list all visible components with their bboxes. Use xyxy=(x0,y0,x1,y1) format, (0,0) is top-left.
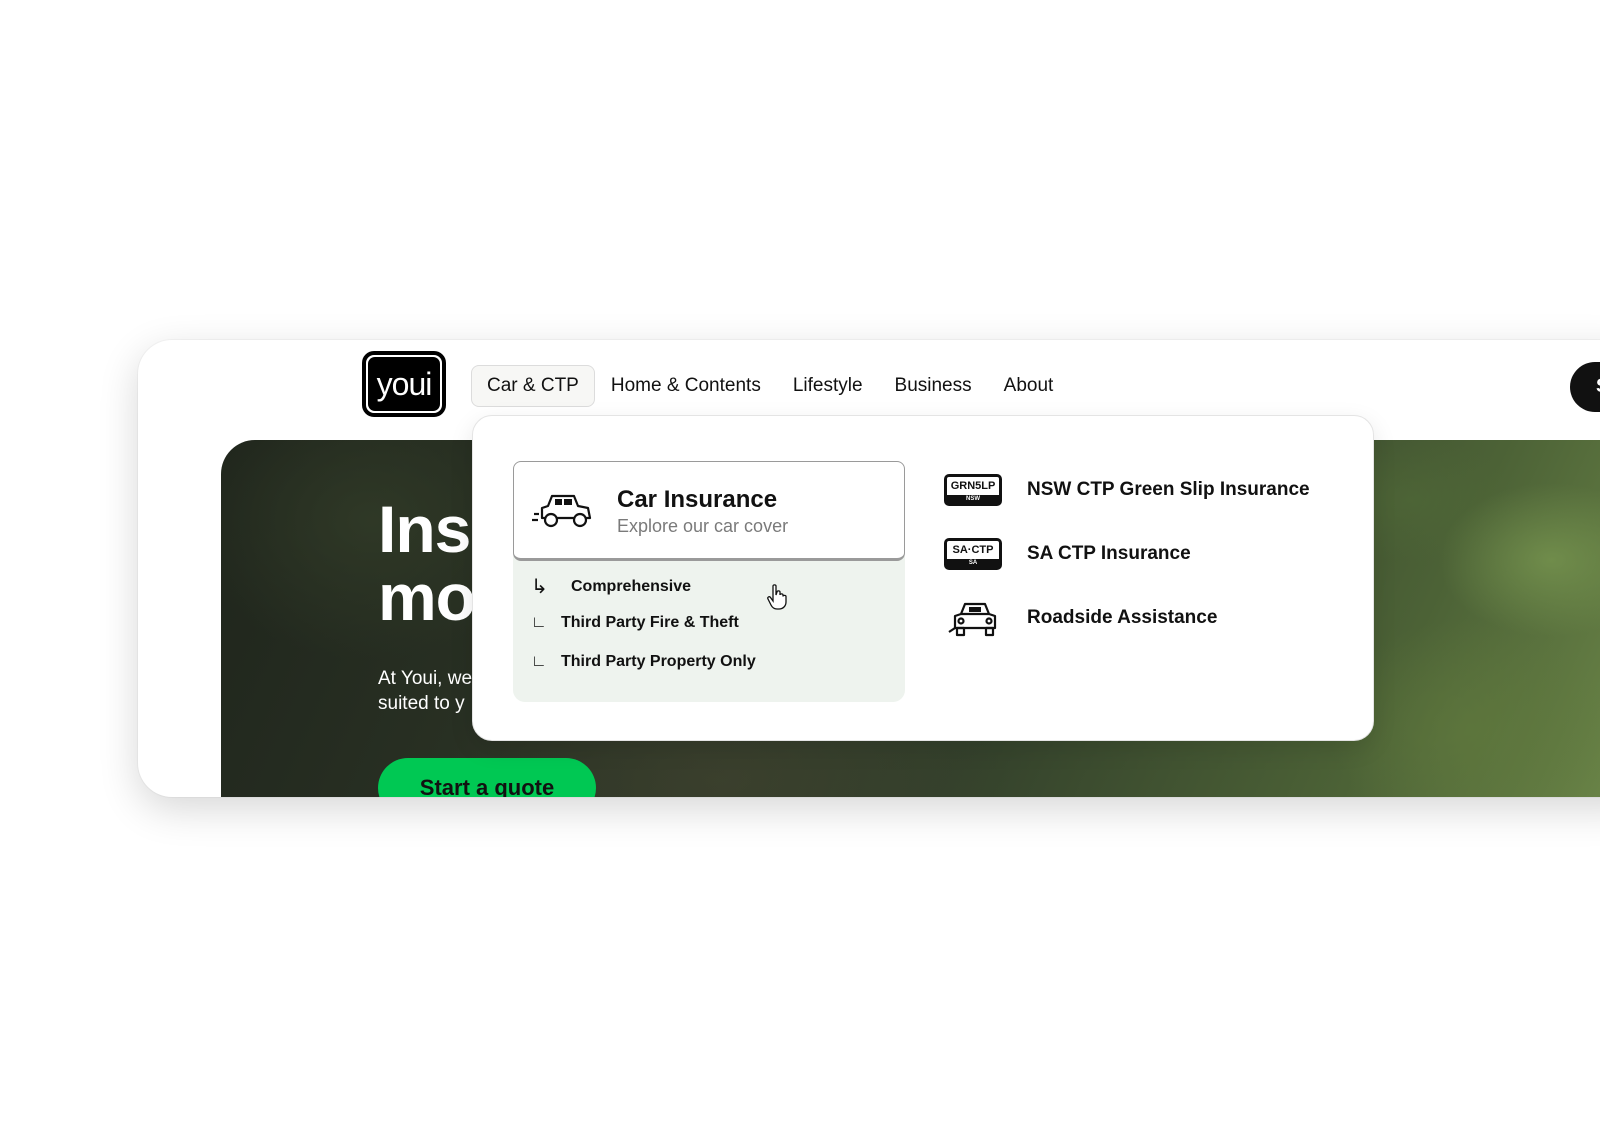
sa-ctp-link[interactable]: SA·CTP SA SA CTP Insurance xyxy=(943,534,1191,574)
main-nav: Car & CTP Home & Contents Lifestyle Busi… xyxy=(471,365,1069,407)
sub-item-third-party-property[interactable]: ∟ Third Party Property Only xyxy=(531,653,756,671)
hero-title-line1: Ins xyxy=(378,492,471,566)
youi-logo[interactable]: youi xyxy=(362,351,446,417)
nsw-plate-icon: GRN5LP NSW xyxy=(943,470,1003,510)
sa-plate: SA·CTP SA xyxy=(944,538,1002,570)
header-cta-button[interactable]: S xyxy=(1570,362,1600,412)
nsw-plate: GRN5LP NSW xyxy=(944,474,1002,506)
hero-text-line2: suited to y xyxy=(378,693,465,714)
corner-icon: ∟ xyxy=(531,653,547,670)
plate-strip: NSW xyxy=(947,495,999,503)
corner-icon: ∟ xyxy=(531,614,547,631)
nsw-ctp-link[interactable]: GRN5LP NSW NSW CTP Green Slip Insurance xyxy=(943,470,1310,510)
nav-item-about[interactable]: About xyxy=(988,365,1070,407)
sub-item-comprehensive[interactable]: ↳ Comprehensive xyxy=(531,574,691,599)
nav-item-lifestyle[interactable]: Lifestyle xyxy=(777,365,879,407)
nav-item-business[interactable]: Business xyxy=(879,365,988,407)
car-insurance-subtitle: Explore our car cover xyxy=(617,516,789,536)
car-insurance-title: Car Insurance xyxy=(617,486,778,513)
plate-strip: SA xyxy=(947,559,999,567)
sub-item-label: Third Party Property Only xyxy=(561,653,756,670)
roadside-label: Roadside Assistance xyxy=(1027,607,1218,628)
hero-text-line1: At Youi, we xyxy=(378,668,473,689)
nav-item-car-ctp[interactable]: Car & CTP xyxy=(471,365,595,407)
plate-text: GRN5LP xyxy=(950,480,996,492)
car-insurance-sublist: ↳ Comprehensive ∟ Third Party Fire & The… xyxy=(513,556,905,702)
plate-text: SA·CTP xyxy=(952,544,994,556)
hero-title: Ins mo xyxy=(378,492,476,634)
hero-title-line2: mo xyxy=(378,560,476,634)
hand-cursor-icon xyxy=(767,584,787,610)
nav-item-home-contents[interactable]: Home & Contents xyxy=(595,365,777,407)
car-icon xyxy=(532,494,592,528)
roadside-car-svg xyxy=(948,602,997,637)
sub-item-label: Third Party Fire & Theft xyxy=(561,614,739,631)
browser-window: Ins mo At Youi, we suited to y Start a q… xyxy=(138,340,1600,797)
sub-item-label: Comprehensive xyxy=(571,577,692,595)
roadside-car-icon xyxy=(943,598,1003,638)
arrow-return-icon: ↳ xyxy=(531,576,548,598)
page: Ins mo At Youi, we suited to y Start a q… xyxy=(0,0,1600,1137)
sa-ctp-label: SA CTP Insurance xyxy=(1027,543,1191,564)
start-quote-button[interactable]: Start a quote xyxy=(378,758,596,797)
car-insurance-card[interactable]: Car Insurance Explore our car cover xyxy=(513,461,905,561)
sa-plate-icon: SA·CTP SA xyxy=(943,534,1003,574)
logo-text: youi xyxy=(368,357,440,411)
car-ctp-dropdown: Car Insurance Explore our car cover ↳ Co… xyxy=(472,415,1374,741)
sub-item-third-party-fire-theft[interactable]: ∟ Third Party Fire & Theft xyxy=(531,614,739,632)
nsw-ctp-label: NSW CTP Green Slip Insurance xyxy=(1027,479,1310,500)
roadside-assistance-link[interactable]: Roadside Assistance xyxy=(943,598,1217,638)
hero-text: At Youi, we suited to y xyxy=(378,666,472,716)
